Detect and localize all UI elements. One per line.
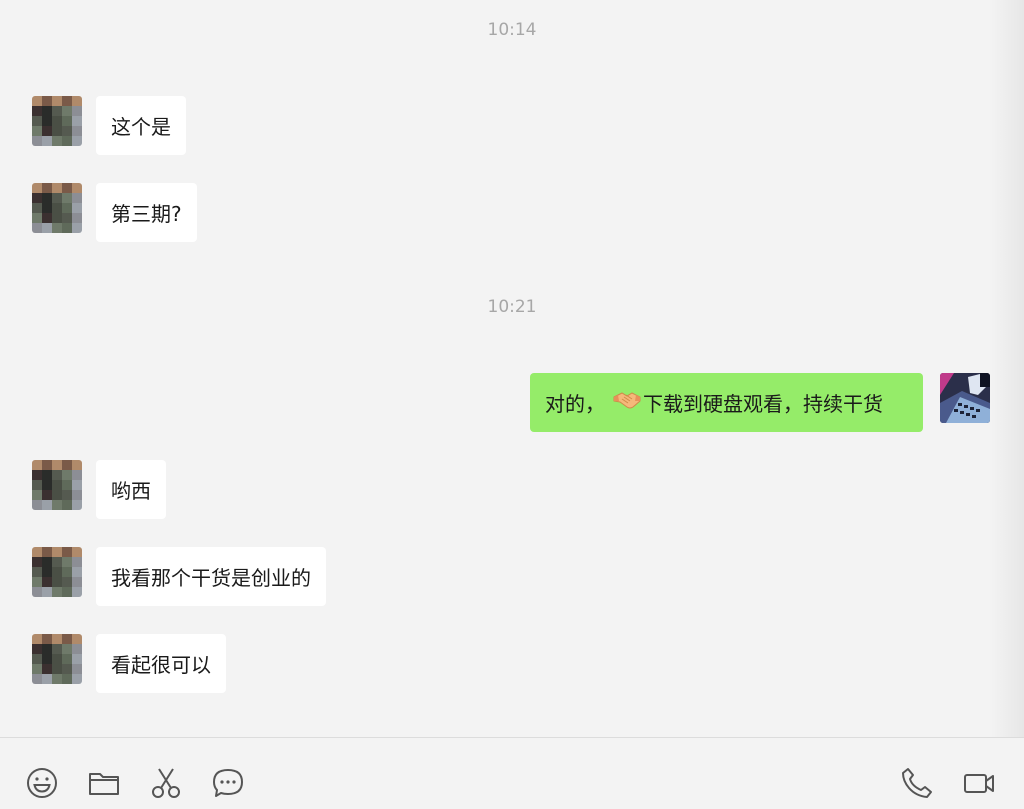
- chat-history[interactable]: 10:14 这个是 第三期? 10:21 对的， 下载到硬盘观看，持续干货 哟西…: [0, 0, 1024, 737]
- contact-avatar[interactable]: [32, 96, 82, 146]
- video-call-icon[interactable]: [962, 766, 996, 800]
- chat-bubble-icon[interactable]: [211, 766, 245, 800]
- message-bubble[interactable]: 看起很可以: [96, 634, 226, 693]
- contact-avatar[interactable]: [32, 460, 82, 510]
- my-avatar[interactable]: [940, 373, 990, 423]
- message-bubble[interactable]: 第三期?: [96, 183, 197, 242]
- emoji-icon[interactable]: [25, 766, 59, 800]
- message-row: 对的， 下载到硬盘观看，持续干货: [0, 373, 1024, 433]
- message-bubble-own[interactable]: 对的， 下载到硬盘观看，持续干货: [530, 373, 923, 432]
- handshake-emoji-icon: [613, 389, 641, 416]
- contact-avatar[interactable]: [32, 634, 82, 684]
- scissors-icon[interactable]: [149, 766, 183, 800]
- message-bubble[interactable]: 哟西: [96, 460, 166, 519]
- phone-icon[interactable]: [900, 766, 934, 800]
- message-text: 对的，: [545, 392, 605, 416]
- message-row: 我看那个干货是创业的: [0, 547, 1024, 607]
- contact-avatar[interactable]: [32, 547, 82, 597]
- message-bubble[interactable]: 我看那个干货是创业的: [96, 547, 326, 606]
- chat-input-toolbar: [0, 737, 1024, 809]
- message-row: 看起很可以: [0, 634, 1024, 694]
- timestamp: 10:14: [487, 20, 537, 40]
- message-bubble[interactable]: 这个是: [96, 96, 186, 155]
- message-text: 下载到硬盘观看，持续干货: [643, 392, 883, 416]
- message-row: 这个是: [0, 96, 1024, 156]
- folder-icon[interactable]: [87, 766, 121, 800]
- contact-avatar[interactable]: [32, 183, 82, 233]
- timestamp: 10:21: [487, 297, 537, 317]
- message-row: 哟西: [0, 460, 1024, 520]
- message-row: 第三期?: [0, 183, 1024, 243]
